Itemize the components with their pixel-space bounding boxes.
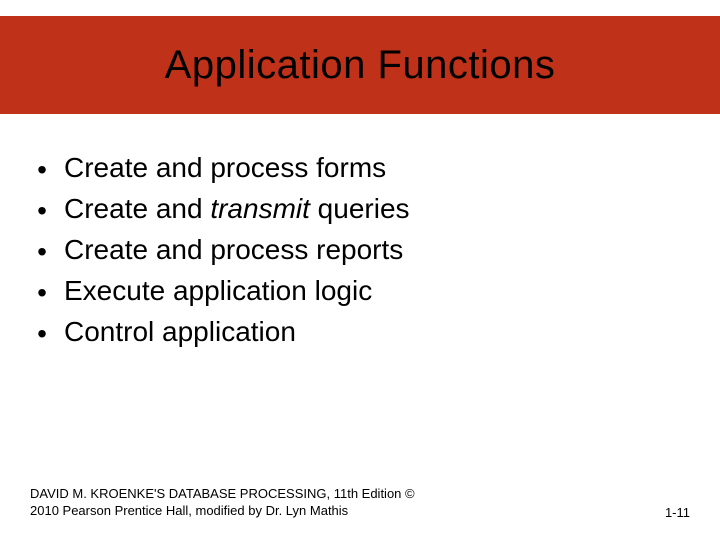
- bullet-icon: •: [30, 234, 54, 269]
- bullet-icon: •: [30, 275, 54, 310]
- list-item: • Control application: [30, 314, 690, 351]
- slide-title: Application Functions: [165, 43, 556, 88]
- bullet-list: • Create and process forms • Create and …: [30, 150, 690, 355]
- list-item-text: Create and process reports: [64, 232, 403, 267]
- title-bar: Application Functions: [0, 16, 720, 114]
- slide-footer: DAVID M. KROENKE'S DATABASE PROCESSING, …: [30, 485, 690, 520]
- footer-credit: DAVID M. KROENKE'S DATABASE PROCESSING, …: [30, 485, 415, 520]
- page-number: 1-11: [665, 505, 690, 520]
- list-item: • Create and transmit queries: [30, 191, 690, 228]
- footer-line-1: DAVID M. KROENKE'S DATABASE PROCESSING, …: [30, 486, 415, 501]
- list-item-text: Create and transmit queries: [64, 191, 410, 226]
- bullet-icon: •: [30, 193, 54, 228]
- list-item: • Create and process reports: [30, 232, 690, 269]
- list-item: • Create and process forms: [30, 150, 690, 187]
- bullet-icon: •: [30, 316, 54, 351]
- list-item: • Execute application logic: [30, 273, 690, 310]
- list-item-text: Create and process forms: [64, 150, 386, 185]
- footer-line-2: 2010 Pearson Prentice Hall, modified by …: [30, 503, 348, 518]
- list-item-text: Execute application logic: [64, 273, 372, 308]
- list-item-text: Control application: [64, 314, 296, 349]
- bullet-icon: •: [30, 152, 54, 187]
